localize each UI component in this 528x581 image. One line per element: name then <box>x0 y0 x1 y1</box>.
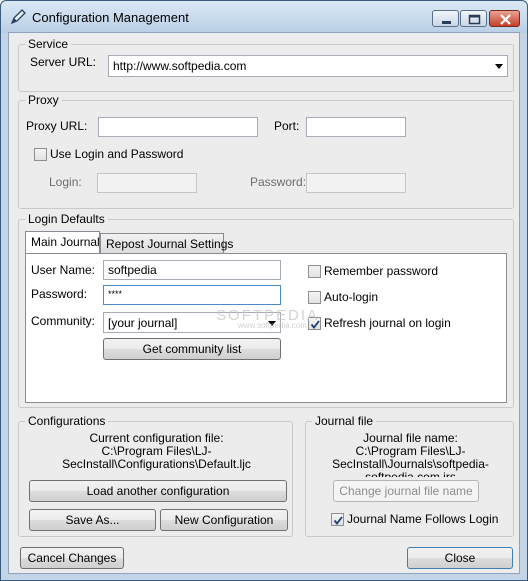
password-label: Password: <box>31 287 88 301</box>
maximize-button[interactable] <box>460 10 487 27</box>
service-group-title: Service <box>25 37 72 51</box>
change-journal-file-button[interactable]: Change journal file name <box>333 480 479 502</box>
journal-file-path-2: SecInstall\Journals\softpedia- <box>332 457 489 471</box>
community-value: [your journal] <box>108 316 178 330</box>
save-as-button[interactable]: Save As... <box>29 509 156 531</box>
pen-icon <box>10 9 26 25</box>
tab-repost-journal-settings[interactable]: Repost Journal Settings <box>100 233 233 253</box>
current-config-info: Current configuration file: C:\Program F… <box>19 432 294 471</box>
auto-login-label[interactable]: Auto-login <box>324 290 378 304</box>
new-configuration-button[interactable]: New Configuration <box>160 509 288 531</box>
main-journal-panel: User Name: softpedia Password: **** Comm… <box>25 253 507 403</box>
remember-password-checkbox[interactable] <box>308 265 321 278</box>
journal-file-group-title: Journal file <box>312 414 377 428</box>
tab-strip: Main Journal Repost Journal Settings <box>25 231 509 255</box>
use-login-checkbox[interactable] <box>34 148 47 161</box>
server-url-value: http://www.softpedia.com <box>113 59 247 73</box>
get-community-list-button[interactable]: Get community list <box>103 338 281 360</box>
remember-password-label[interactable]: Remember password <box>324 264 438 278</box>
title-bar[interactable]: Configuration Management <box>1 1 527 33</box>
current-config-path-2: SecInstall\Configurations\Default.ljc <box>62 457 251 471</box>
proxy-login-label: Login: <box>49 175 82 189</box>
cancel-changes-button[interactable]: Cancel Changes <box>20 547 124 569</box>
auto-login-checkbox[interactable] <box>308 291 321 304</box>
server-url-label: Server URL: <box>30 55 97 69</box>
login-defaults-group: Login Defaults Main Journal Repost Journ… <box>18 212 514 408</box>
proxy-group: Proxy Proxy URL: Port: Use Login and Pas… <box>18 93 514 209</box>
user-name-input[interactable]: softpedia <box>103 260 281 280</box>
watermark: SOFTPEDIA www.softpedia.com <box>216 307 319 330</box>
user-name-label: User Name: <box>31 263 96 277</box>
chevron-down-icon[interactable] <box>495 64 503 69</box>
follows-login-checkbox[interactable] <box>331 513 344 526</box>
minimize-icon <box>442 21 451 24</box>
proxy-password-input[interactable] <box>306 173 406 193</box>
refresh-journal-label[interactable]: Refresh journal on login <box>324 316 451 330</box>
load-configuration-button[interactable]: Load another configuration <box>29 480 287 502</box>
maximize-icon <box>468 14 481 25</box>
tab-main-journal[interactable]: Main Journal <box>25 231 100 253</box>
window-title: Configuration Management <box>32 10 189 25</box>
port-input[interactable] <box>306 117 406 137</box>
checkmark-icon <box>333 516 343 525</box>
use-login-label[interactable]: Use Login and Password <box>50 147 183 161</box>
close-button[interactable]: Close <box>407 547 513 569</box>
journal-file-path-3: softpedia.com.jrs <box>306 471 515 477</box>
close-window-button[interactable] <box>489 10 520 27</box>
watermark-url-text: www.softpedia.com <box>238 321 307 330</box>
community-label: Community: <box>31 314 96 328</box>
password-input[interactable]: **** <box>103 285 281 305</box>
proxy-password-label: Password: <box>250 175 307 189</box>
proxy-login-input[interactable] <box>97 173 197 193</box>
configurations-group-title: Configurations <box>25 414 109 428</box>
journal-file-group: Journal file Journal file name: C:\Progr… <box>305 414 515 537</box>
configuration-window: Configuration Management Service Server … <box>0 0 528 581</box>
close-icon <box>500 14 511 25</box>
configurations-group: Configurations Current configuration fil… <box>18 414 294 537</box>
proxy-group-title: Proxy <box>25 93 62 107</box>
login-defaults-group-title: Login Defaults <box>25 212 108 226</box>
minimize-button[interactable] <box>432 10 459 27</box>
client-area: Service Server URL: http://www.softpedia… <box>8 32 520 574</box>
proxy-url-input[interactable] <box>98 117 258 137</box>
server-url-combobox[interactable]: http://www.softpedia.com <box>108 55 508 77</box>
journal-file-info: Journal file name: C:\Program Files\LJ- … <box>306 432 515 478</box>
service-group: Service Server URL: http://www.softpedia… <box>18 37 514 92</box>
port-label: Port: <box>274 119 300 133</box>
proxy-url-label: Proxy URL: <box>26 119 88 133</box>
follows-login-label[interactable]: Journal Name Follows Login <box>347 512 498 526</box>
